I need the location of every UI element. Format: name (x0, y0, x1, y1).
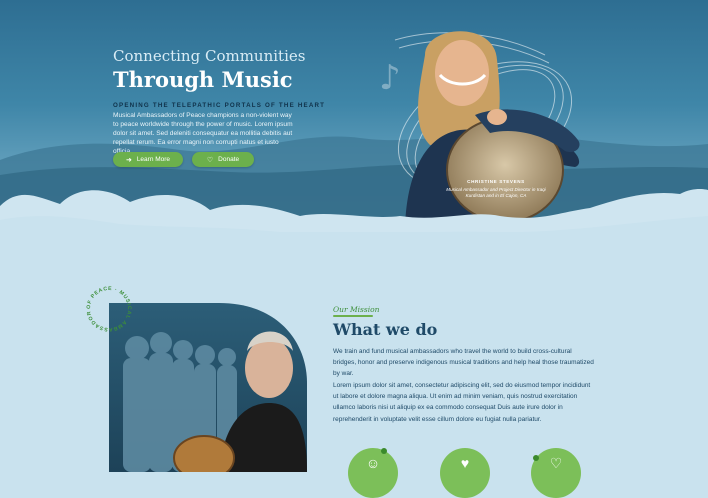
badge-text: OF PEACE · MUSICAL AMBASSADORS (84, 284, 131, 332)
heart-icon: ♡ (206, 156, 214, 164)
donate-label: Donate (218, 156, 240, 163)
learn-more-button[interactable]: ➜ Learn More (113, 152, 183, 167)
cloud-divider (0, 189, 708, 232)
learn-more-label: Learn More (136, 156, 171, 163)
hero-title: Through Music (113, 67, 293, 92)
mission-paragraph-2: Lorem ipsum dolor sit amet, consectetur … (333, 382, 591, 423)
arrow-right-icon: ➜ (125, 156, 132, 164)
hero-text-block: Connecting Communities Through Music OPE… (113, 47, 413, 156)
svg-text:OF PEACE · MUSICAL AMBASSADORS: OF PEACE · MUSICAL AMBASSADORS (84, 284, 132, 332)
hero-section: ♪ CHRISTINE STEVENS Musical Ambassador a… (0, 0, 708, 232)
musical-ambassadors-badge: OF PEACE · MUSICAL AMBASSADORS (84, 284, 132, 332)
hands-heart-icon: ♥ (440, 448, 490, 498)
community-icon: ☺ (348, 448, 398, 498)
hero-body: Musical Ambassadors of Peace champions a… (113, 112, 293, 155)
donate-button[interactable]: ♡ Donate (192, 152, 254, 167)
mission-paragraph-1: We train and fund musical ambassadors wh… (333, 348, 594, 378)
mission-photo (109, 303, 307, 472)
mission-label: Our Mission (333, 305, 380, 314)
decorative-dot (533, 455, 539, 461)
hero-kicker: OPENING THE TELEPATHIC PORTALS OF THE HE… (113, 102, 326, 109)
section-title: What we do (333, 320, 438, 339)
mission-underline (333, 315, 373, 317)
decorative-dot (381, 448, 387, 454)
hero-subtitle: Connecting Communities (113, 47, 306, 65)
